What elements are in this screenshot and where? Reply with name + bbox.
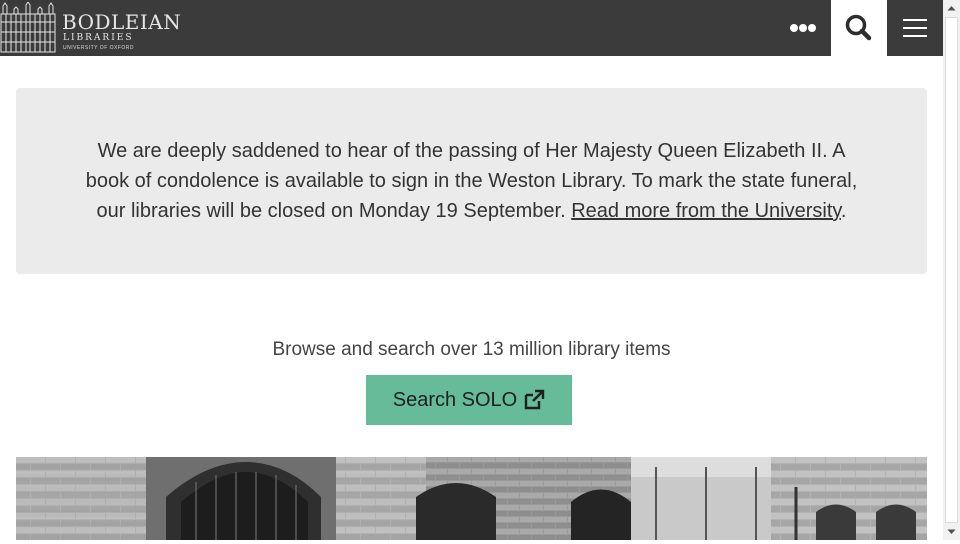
scrollbar-thumb[interactable] (945, 17, 958, 523)
condolence-notice: We are deeply saddened to hear of the pa… (16, 88, 927, 274)
search-solo-button[interactable]: Search SOLO (366, 375, 572, 425)
search-solo-label: Search SOLO (392, 388, 518, 411)
notice-text: We are deeply saddened to hear of the pa… (76, 136, 867, 226)
logo-tagline: UNIVERSITY OF OXFORD (63, 45, 135, 51)
scroll-down-arrow-icon (947, 529, 956, 534)
hamburger-menu-icon (903, 19, 927, 37)
search-toggle-button[interactable] (831, 0, 887, 56)
logo-subtitle: LIBRARIES (63, 33, 134, 43)
search-icon (845, 14, 872, 41)
bodleian-logo-link[interactable]: BODLEIAN LIBRARIES UNIVERSITY OF OXFORD (0, 0, 182, 56)
vertical-scrollbar[interactable] (943, 0, 960, 540)
read-more-link[interactable]: Read more from the University (571, 200, 841, 222)
scroll-up-arrow-icon (947, 6, 956, 11)
page: BODLEIAN LIBRARIES UNIVERSITY OF OXFORD (0, 0, 943, 540)
scroll-up-button[interactable] (943, 0, 960, 17)
browse-text: Browse and search over 13 million librar… (272, 339, 671, 360)
main-menu-button[interactable] (887, 0, 943, 56)
hero-image-radcliffe-camera (16, 457, 927, 540)
notice-trailing: . (840, 200, 847, 222)
hero-photo (16, 457, 927, 540)
scroll-down-button[interactable] (943, 523, 960, 540)
bodleian-building-icon (0, 2, 56, 53)
logo-title: BODLEIAN (62, 10, 182, 34)
ellipsis-icon (790, 24, 816, 32)
site-header: BODLEIAN LIBRARIES UNIVERSITY OF OXFORD (0, 0, 943, 56)
more-links-button[interactable] (776, 0, 830, 56)
external-link-icon (525, 389, 545, 410)
